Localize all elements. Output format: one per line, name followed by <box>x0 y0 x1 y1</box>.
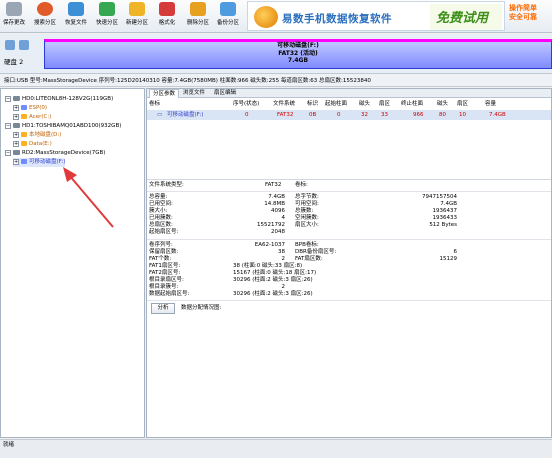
delete-partition-icon <box>190 2 206 16</box>
detail-key: 根目录簇号: <box>149 284 179 290</box>
disk-map-bar: 硬盘 2 可移动磁盘(F:) FAT32 (活动) 7.4GB <box>0 34 552 74</box>
detail-key: 卷序列号: <box>149 242 173 248</box>
detail-panel: 分区参数 浏览文件 扇区编辑 卷标 序号(状态) 文件系统 标识 起始柱面 磁头… <box>146 88 552 438</box>
status-bar: 就绪 <box>0 439 552 458</box>
disk-tree: − HD0:LITEONL8H-128V2G(119GB) + ESP(0) + Ac… <box>0 88 145 438</box>
tab-partition-params[interactable]: 分区参数 <box>149 89 180 98</box>
detail-value: 7.4GB <box>268 194 285 200</box>
detail-value: 7.4GB <box>440 201 457 207</box>
detail-value: 1936433 <box>432 215 458 221</box>
detail-key: 已用空间: <box>149 201 173 207</box>
detail-key: 总字节数: <box>295 194 319 200</box>
search-partition-button[interactable]: 搜索分区 <box>33 1 57 32</box>
disk-label: 硬盘 2 <box>4 58 24 66</box>
toolbar: 保存更改 搜索分区 恢复文件 快速分区 新建分区 格式化 删除分区 备份分区 易… <box>0 0 552 33</box>
prev-disk-arrow-icon[interactable] <box>5 40 15 50</box>
detail-key: FAT扇区数: <box>295 256 323 262</box>
backup-partition-icon <box>220 2 236 16</box>
detail-key: DBR备份扇区号: <box>295 249 337 255</box>
detail-key: 可用空间: <box>295 201 319 207</box>
new-partition-icon <box>129 2 145 16</box>
detail-key: 簇大小: <box>149 208 168 214</box>
detail-key: 保留扇区数: <box>149 249 179 255</box>
partition-row-icon: ▭ <box>157 112 163 118</box>
detail-value: EA62-1037 <box>254 242 285 248</box>
detail-value: 4 <box>281 215 286 221</box>
delete-partition-button[interactable]: 删除分区 <box>186 1 210 32</box>
detail-key: 总扇区数: <box>149 222 173 228</box>
divider <box>147 239 551 240</box>
new-partition-button[interactable]: 新建分区 <box>125 1 149 32</box>
detail-value: 7947157504 <box>422 194 457 200</box>
partition-details: 文件系统类型: FAT32 卷标: 总容量: 7.4GB 已用空间: 14.8M… <box>147 179 551 437</box>
detail-value: 30296 (柱面:2 磁头:3 扇区:26) <box>233 277 313 283</box>
distribution-label: 数据分配情况图: <box>181 305 222 311</box>
divider <box>147 191 551 192</box>
detail-value: 1936437 <box>432 208 458 214</box>
detail-value: 30296 (柱面:2 磁头:3 扇区:26) <box>233 291 313 297</box>
detail-key: FAT2扇区号: <box>149 270 181 276</box>
analyze-button[interactable]: 分析 <box>151 303 175 314</box>
ad-banner[interactable]: 易数手机数据恢复软件 免费试用 <box>247 1 505 31</box>
divider <box>147 300 551 301</box>
detail-value: 14.8MB <box>264 201 285 207</box>
detail-key: BPB卷标: <box>295 242 319 248</box>
fs-type-label: 文件系统类型: <box>149 182 184 188</box>
detail-value: 15129 <box>439 256 458 262</box>
table-header: 卷标 序号(状态) 文件系统 标识 起始柱面 磁头 扇区 终止柱面 磁头 扇区 … <box>149 101 497 107</box>
detail-key: 已用簇数: <box>149 215 173 221</box>
banner-tags: 操作简单 安全可靠 <box>509 4 537 21</box>
detail-value: 2048 <box>271 229 285 235</box>
fs-type-value: FAT32 <box>265 182 282 188</box>
disk-info-bar: 接口:USB 型号:MassStorageDevice 序列号:125D2014… <box>0 75 552 87</box>
volume-label-label: 卷标: <box>295 182 308 188</box>
detail-key: FAT1扇区号: <box>149 263 181 269</box>
detail-value: 38 (柱面:0 磁头:33 扇区:8) <box>233 263 303 269</box>
format-button[interactable]: 格式化 <box>155 1 179 32</box>
detail-key: 空闲簇数: <box>295 215 319 221</box>
detail-key: FAT个数: <box>149 256 172 262</box>
detail-value: 6 <box>453 249 458 255</box>
banner-title: 易数手机数据恢复软件 <box>282 13 392 25</box>
partition-fs: FAT32 (活动) <box>278 49 318 57</box>
detail-key: 扇区大小: <box>295 222 319 228</box>
detail-key: 数据起始扇区号: <box>149 291 190 297</box>
partition-block[interactable]: 可移动磁盘(F:) FAT32 (活动) 7.4GB <box>44 39 552 69</box>
tab-sector-edit[interactable]: 扇区编辑 <box>211 89 239 98</box>
app-logo-icon <box>254 6 278 28</box>
detail-key: 总容量: <box>149 194 168 200</box>
detail-value: 512 Bytes <box>429 222 457 228</box>
free-trial-stamp: 免费试用 <box>430 4 502 30</box>
recover-files-button[interactable]: 恢复文件 <box>64 1 88 32</box>
detail-value: 15521792 <box>257 222 285 228</box>
annotation-arrow-icon <box>63 167 114 228</box>
save-icon <box>6 2 22 16</box>
partition-size: 7.4GB <box>287 57 309 64</box>
magnifier-icon <box>37 2 53 16</box>
quick-partition-icon <box>99 2 115 16</box>
format-icon <box>159 2 175 16</box>
recover-file-icon <box>68 2 84 16</box>
detail-value: 4096 <box>271 208 285 214</box>
detail-value: 38 <box>278 249 285 255</box>
table-row[interactable]: ▭ 可移动磁盘(F:) 0 FAT32 0B 0 32 33 966 80 10… <box>147 110 551 120</box>
detail-key: 总簇数: <box>295 208 314 214</box>
detail-key: 根目录扇区号: <box>149 277 184 283</box>
backup-partition-button[interactable]: 备份分区 <box>216 1 240 32</box>
next-disk-arrow-icon[interactable] <box>19 40 29 50</box>
tab-strip: 分区参数 浏览文件 扇区编辑 <box>147 89 551 98</box>
detail-key: 起始扇区号: <box>149 229 179 235</box>
detail-value: 2 <box>281 284 286 290</box>
partition-name: 可移动磁盘(F:) <box>277 42 319 49</box>
quick-partition-button[interactable]: 快速分区 <box>95 1 119 32</box>
status-text: 就绪 <box>3 442 15 448</box>
detail-value: 15167 (柱面:0 磁头:18 扇区:17) <box>233 270 317 276</box>
save-changes-button[interactable]: 保存更改 <box>2 1 26 32</box>
detail-value: 2 <box>281 256 286 262</box>
tab-browse-files[interactable]: 浏览文件 <box>180 89 208 98</box>
